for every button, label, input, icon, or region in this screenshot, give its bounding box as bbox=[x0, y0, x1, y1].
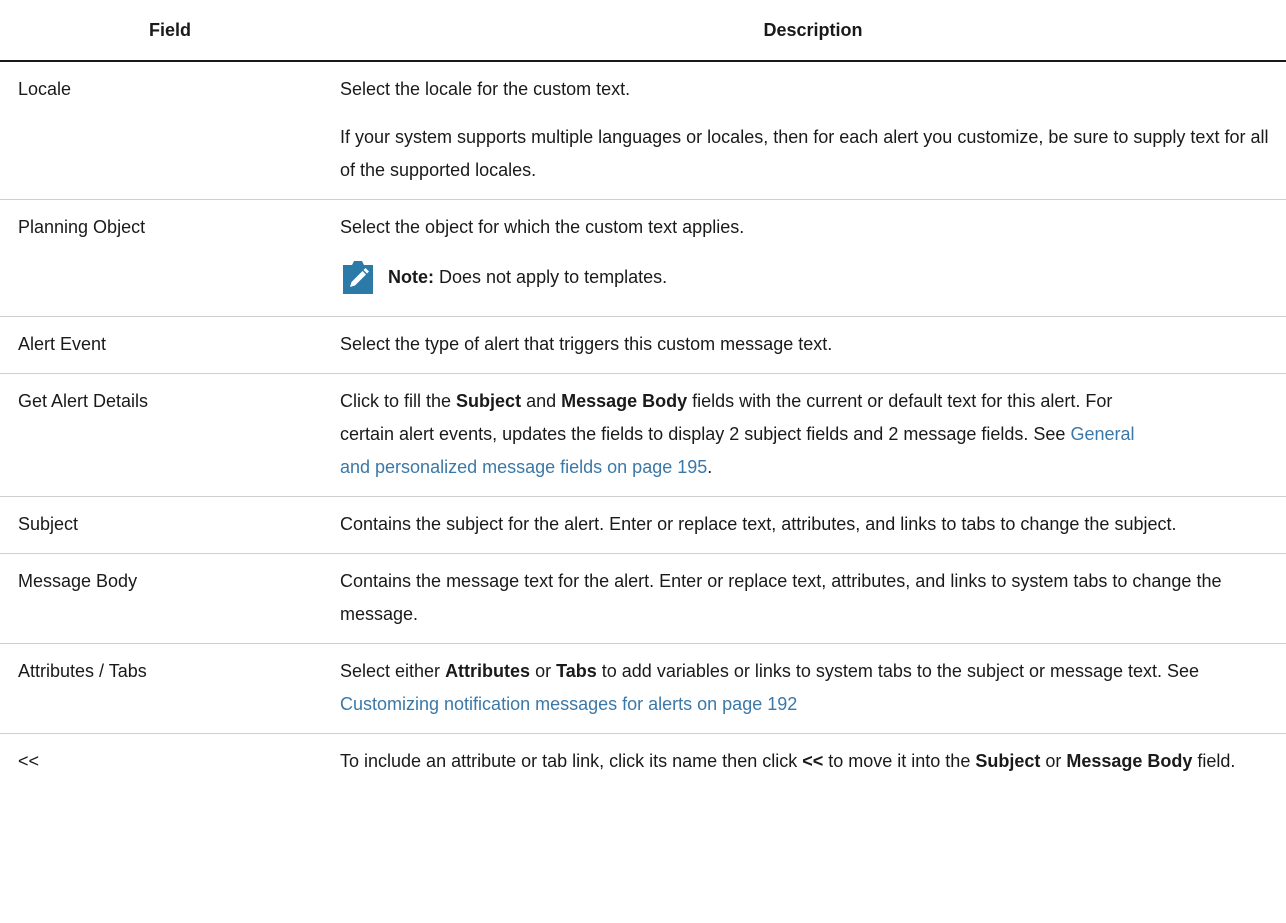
field-description: To include an attribute or tab link, cli… bbox=[340, 734, 1286, 791]
fields-table: Field Description Locale Select the loca… bbox=[0, 0, 1286, 790]
description-text: Select the type of alert that triggers t… bbox=[340, 334, 833, 354]
description-column-header: Description bbox=[340, 0, 1286, 62]
field-name: Message Body bbox=[0, 553, 340, 644]
description-text: Contains the subject for the alert. Ente… bbox=[340, 514, 1177, 534]
description-text: Select either Attributes or Tabs to add … bbox=[340, 661, 1200, 714]
table-row-move-button: << To include an attribute or tab link, … bbox=[0, 734, 1286, 791]
field-description: Select the type of alert that triggers t… bbox=[340, 316, 1286, 374]
description-text: Click to fill the Subject and Message Bo… bbox=[340, 391, 1135, 477]
note-label: Note: bbox=[388, 266, 434, 287]
field-name: << bbox=[18, 751, 40, 771]
table-row-subject: Subject Contains the subject for the ale… bbox=[0, 496, 1286, 554]
table-row-locale: Locale Select the locale for the custom … bbox=[0, 61, 1286, 200]
description-text: If your system supports multiple languag… bbox=[340, 127, 1269, 180]
field-description: Contains the message text for the alert.… bbox=[340, 553, 1286, 644]
field-name: Locale bbox=[0, 61, 340, 200]
note-callout: Note: Does not apply to templates. bbox=[340, 258, 1282, 296]
description-text: Contains the message text for the alert.… bbox=[340, 571, 1222, 624]
table-row-alert-event: Alert Event Select the type of alert tha… bbox=[0, 316, 1286, 374]
field-description: Select the locale for the custom text. I… bbox=[340, 61, 1286, 200]
field-name: Subject bbox=[0, 496, 340, 554]
field-name: Get Alert Details bbox=[0, 373, 340, 497]
field-name: Attributes / Tabs bbox=[0, 643, 340, 734]
table-row-get-alert-details: Get Alert Details Click to fill the Subj… bbox=[0, 373, 1286, 497]
description-text: To include an attribute or tab link, cli… bbox=[340, 751, 1236, 771]
description-text: Select the locale for the custom text. bbox=[340, 79, 631, 99]
table-row-message-body: Message Body Contains the message text f… bbox=[0, 553, 1286, 644]
field-description: Click to fill the Subject and Message Bo… bbox=[340, 373, 1286, 497]
field-name: Alert Event bbox=[0, 316, 340, 374]
note-pencil-icon bbox=[340, 258, 376, 296]
table-header-row: Field Description bbox=[0, 0, 1286, 62]
note-text: Note: Does not apply to templates. bbox=[388, 266, 668, 287]
field-column-header: Field bbox=[0, 0, 340, 62]
field-name: Planning Object bbox=[0, 199, 340, 317]
customizing-notification-messages-link[interactable]: Customizing notification messages for al… bbox=[340, 694, 797, 714]
field-description: Select the object for which the custom t… bbox=[340, 199, 1286, 317]
field-description: Contains the subject for the alert. Ente… bbox=[340, 496, 1286, 554]
table-row-attributes-tabs: Attributes / Tabs Select either Attribut… bbox=[0, 643, 1286, 734]
table-row-planning-object: Planning Object Select the object for wh… bbox=[0, 199, 1286, 317]
field-description: Select either Attributes or Tabs to add … bbox=[340, 643, 1286, 734]
description-text: Select the object for which the custom t… bbox=[340, 217, 745, 237]
